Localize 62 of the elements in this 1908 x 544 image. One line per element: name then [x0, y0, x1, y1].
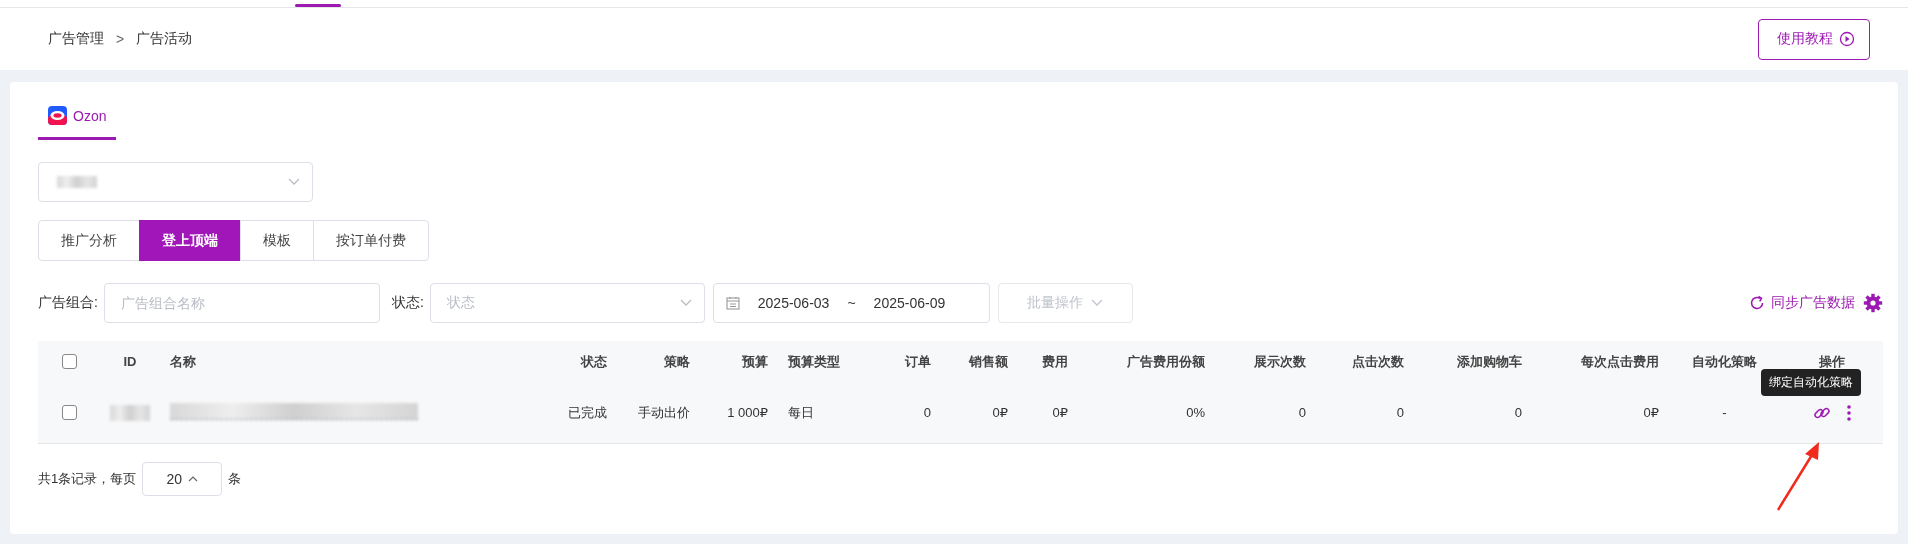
- refresh-icon: [1749, 294, 1765, 311]
- column-header: 订单: [905, 353, 931, 369]
- field-label: 状态:: [391, 293, 424, 312]
- column-header: 自动化策略: [1692, 352, 1757, 371]
- record-count-text: 共1条记录，每页: [38, 470, 137, 488]
- breadcrumb-separator: >: [116, 31, 125, 47]
- column-header: 展示次数: [1254, 353, 1306, 369]
- view-tab[interactable]: 按订单付费: [313, 220, 429, 261]
- select-all-checkbox[interactable]: [61, 354, 77, 369]
- breadcrumb-item[interactable]: 广告管理: [48, 30, 104, 48]
- sync-data-link[interactable]: 同步广告数据: [1749, 293, 1855, 312]
- platform-tab[interactable]: Ozon: [38, 102, 117, 140]
- table-cell: 0: [923, 405, 931, 420]
- table-cell: 1 000₽: [727, 405, 768, 420]
- unit-text: 条: [228, 470, 242, 488]
- play-icon: [1839, 31, 1855, 47]
- table-cell: 0%: [1186, 405, 1205, 420]
- ad-group-field[interactable]: 广告组合名称: [103, 282, 380, 323]
- row-checkbox[interactable]: [61, 405, 77, 420]
- breadcrumb-item[interactable]: 广告活动: [136, 30, 193, 48]
- table-cell: 0₽: [1643, 405, 1659, 420]
- column-header: 广告费用份额: [1127, 353, 1205, 369]
- settings-icon[interactable]: [1863, 292, 1883, 313]
- chevron-down-icon: [288, 178, 300, 186]
- table-cell: 0₽: [992, 405, 1008, 420]
- column-header: 预算: [742, 353, 768, 369]
- blurred-text: [110, 404, 150, 421]
- table-cell: 0: [1396, 405, 1404, 420]
- tooltip: 绑定自动化策略: [1760, 368, 1861, 396]
- table-cell: 每日: [788, 404, 814, 420]
- chevron-down-icon: [679, 298, 692, 307]
- column-header: 点击次数: [1352, 353, 1404, 369]
- column-header: 添加购物车: [1457, 353, 1522, 369]
- platform-logo-icon: [48, 106, 67, 125]
- page-size-select[interactable]: 20: [142, 462, 223, 496]
- table-cell: 手动出价: [638, 404, 690, 420]
- column-header: 预算类型: [788, 353, 840, 369]
- date-range-field[interactable]: 2025-06-03 ~ 2025-06-09: [712, 282, 990, 323]
- field-label: 广告组合:: [38, 293, 98, 312]
- column-header: ID: [123, 354, 137, 369]
- column-header: 费用: [1042, 353, 1068, 369]
- column-header: 销售额: [969, 353, 1008, 369]
- column-header: 状态: [581, 353, 607, 369]
- more-icon[interactable]: [1846, 404, 1851, 421]
- view-tab[interactable]: 模板: [240, 220, 314, 261]
- tutorial-button[interactable]: 使用教程: [1758, 18, 1870, 60]
- chevron-down-icon: [1091, 298, 1104, 307]
- view-tab[interactable]: 登上顶端: [139, 220, 241, 261]
- view-tab[interactable]: 推广分析: [38, 220, 140, 261]
- table-cell: 0₽: [1052, 405, 1068, 420]
- table-cell: 0: [1514, 405, 1522, 420]
- table-cell: -: [1722, 405, 1727, 420]
- column-header: 策略: [664, 353, 690, 369]
- blurred-text: [57, 176, 97, 188]
- column-header: 名称: [170, 353, 196, 369]
- table-cell: 0: [1298, 405, 1306, 420]
- tab-indicator: [295, 4, 341, 7]
- column-header: 每次点击费用: [1581, 353, 1659, 369]
- calendar-icon: [725, 295, 740, 310]
- chevron-up-icon: [188, 476, 198, 482]
- column-header: 操作: [1818, 352, 1845, 371]
- table-cell: 已完成: [568, 404, 607, 420]
